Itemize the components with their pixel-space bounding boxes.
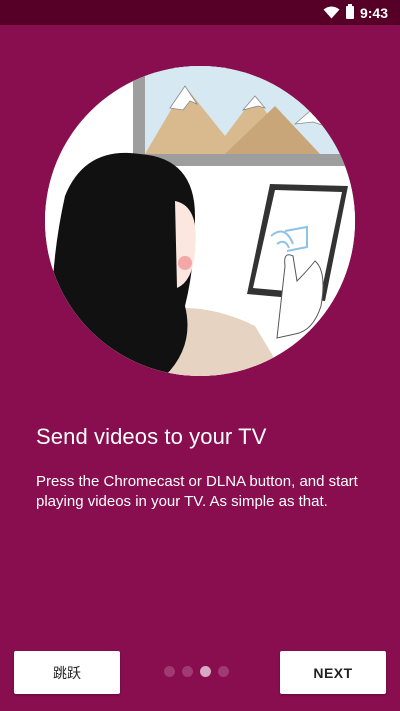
- next-button[interactable]: NEXT: [280, 651, 386, 694]
- page-dot-1: [164, 666, 175, 677]
- onboarding-description: Press the Chromecast or DLNA button, and…: [36, 473, 358, 510]
- wifi-icon: [323, 6, 340, 19]
- battery-icon: [345, 4, 354, 19]
- page-indicator: [164, 666, 229, 677]
- status-time: 9:43: [359, 4, 388, 21]
- page-dot-2: [182, 666, 193, 677]
- onboarding-illustration: [45, 66, 355, 376]
- onboarding-title: Send videos to your TV: [36, 424, 267, 449]
- skip-button[interactable]: 跳跃: [14, 651, 120, 694]
- page-dot-3-active: [200, 666, 211, 677]
- status-bar: 9:43: [0, 0, 400, 25]
- page-dot-4: [218, 666, 229, 677]
- status-icons: 9:43: [323, 3, 388, 22]
